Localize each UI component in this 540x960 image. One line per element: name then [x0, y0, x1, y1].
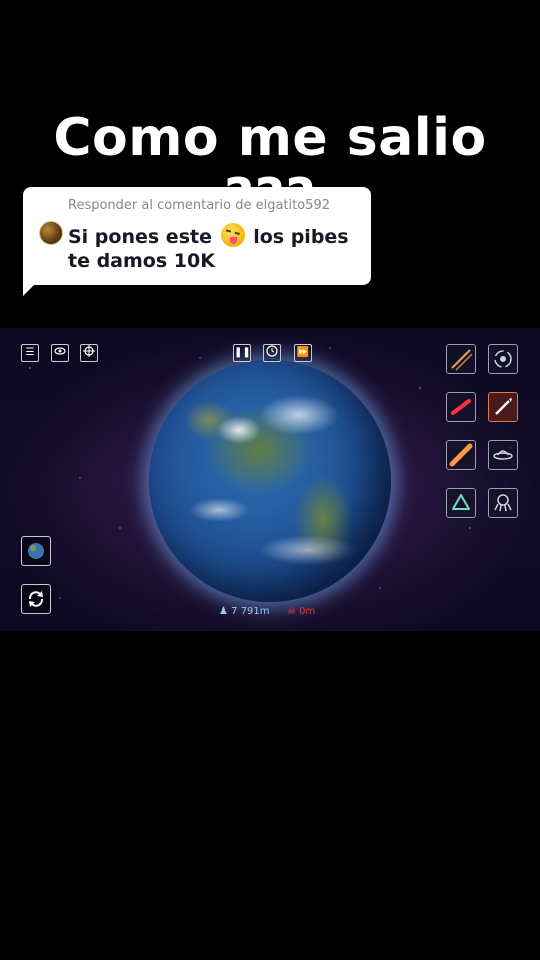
rocket-icon[interactable] [488, 392, 518, 422]
fast-forward-icon[interactable]: ⏩ [294, 344, 312, 362]
comment-reply-bubble: Responder al comentario de elgatito592 S… [23, 187, 371, 285]
meteor-icon[interactable] [446, 440, 476, 470]
game-view[interactable]: ☰ ❚❚ ⏩ ♟ 7 791m ☠ 0m [0, 328, 540, 631]
eye-icon[interactable] [51, 344, 69, 362]
laser-icon[interactable] [446, 392, 476, 422]
reply-text: Si pones este los pibes te damos 10K [68, 223, 368, 273]
planet-select-icon[interactable] [21, 536, 51, 566]
alien-icon[interactable] [488, 488, 518, 518]
people-icon: ♟ [219, 606, 228, 617]
population-stat: ♟ 7 791m [219, 606, 270, 617]
black-hole-icon[interactable] [488, 344, 518, 374]
avatar [39, 221, 63, 245]
population-value: 7 791m [231, 606, 270, 617]
tongue-face-emoji-icon [220, 223, 245, 247]
deaths-value: 0m [299, 606, 316, 617]
ufo-icon[interactable] [488, 440, 518, 470]
skull-icon: ☠ [287, 606, 296, 617]
earth-planet[interactable] [149, 360, 391, 602]
reply-header: Responder al comentario de elgatito592 [68, 198, 330, 213]
crosshair-icon[interactable] [80, 344, 98, 362]
menu-icon[interactable]: ☰ [21, 344, 39, 362]
reply-text-part-1: Si pones este [68, 226, 212, 248]
pause-icon[interactable]: ❚❚ [233, 344, 251, 362]
bubble-tail [23, 278, 41, 296]
clock-icon[interactable] [263, 344, 281, 362]
shield-icon[interactable] [446, 488, 476, 518]
missiles-icon[interactable] [446, 344, 476, 374]
deaths-stat: ☠ 0m [287, 606, 315, 617]
reset-icon[interactable] [21, 584, 51, 614]
